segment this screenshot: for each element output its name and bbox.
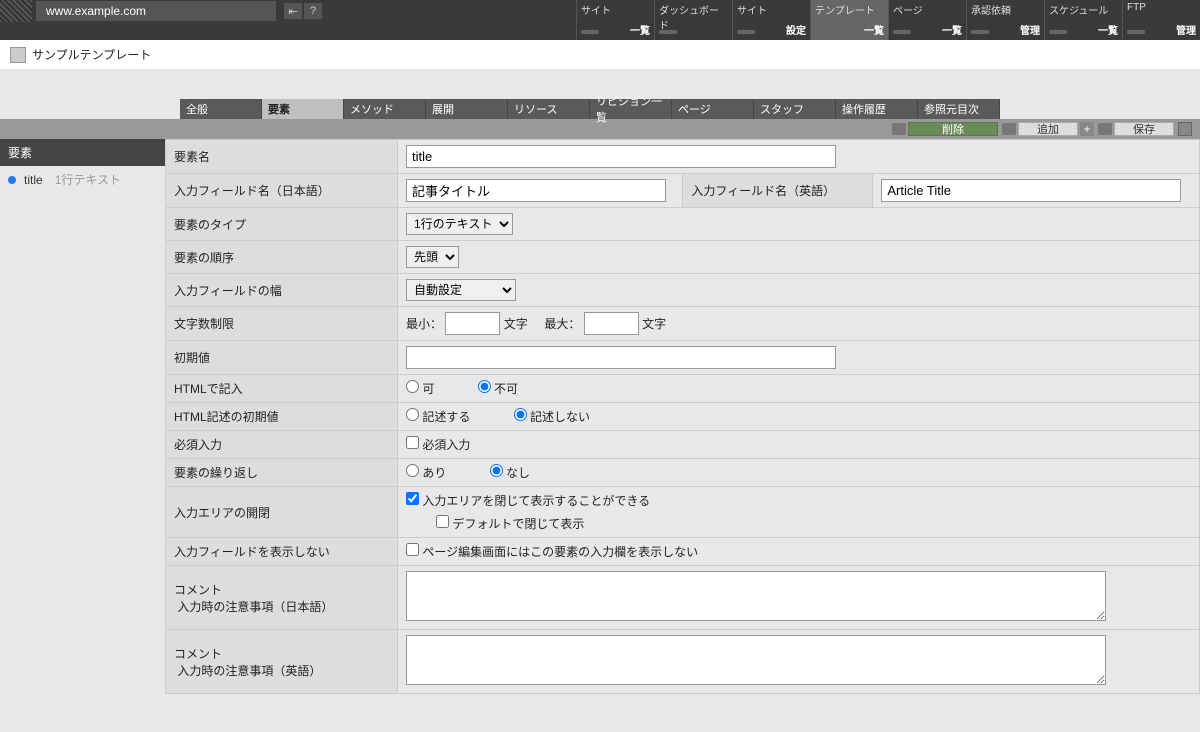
toggle-icon [1098, 123, 1112, 135]
label-hide-field: 入力フィールドを表示しない [166, 538, 398, 566]
input-field-en[interactable] [881, 179, 1181, 202]
label-required: 必須入力 [166, 431, 398, 459]
label-field-en: 入力フィールド名（英語） [683, 174, 873, 208]
chrome-left: www.example.com ⇤ ? [0, 0, 322, 22]
input-element-name[interactable] [406, 145, 836, 168]
textarea-comment-ja[interactable] [406, 571, 1106, 621]
textarea-comment-en[interactable] [406, 635, 1106, 685]
min-unit: 文字 [504, 317, 528, 331]
label-repeat: 要素の繰り返し [166, 459, 398, 487]
help-icon[interactable]: ? [304, 3, 322, 19]
back-icon[interactable]: ⇤ [284, 3, 302, 19]
nav-item[interactable]: サイト一覧 [576, 0, 654, 40]
toggle-icon [892, 123, 906, 135]
label-field-ja: 入力フィールド名（日本語） [166, 174, 398, 208]
tab[interactable]: 要素 [262, 99, 344, 119]
nav-item[interactable]: スケジュール一覧 [1044, 0, 1122, 40]
nav-item[interactable]: サイト設定 [732, 0, 810, 40]
save-label: 保存 [1114, 122, 1174, 136]
tab[interactable]: 参照元目次 [918, 99, 1000, 119]
sidebar-item-title[interactable]: title 1行テキスト [0, 166, 165, 193]
tab[interactable]: リソース [508, 99, 590, 119]
tabs: 全般要素メソッド展開リソースリビジョン一覧ページスタッフ操作履歴参照元目次 [0, 99, 1200, 119]
nav-item[interactable]: ページ一覧 [888, 0, 966, 40]
radio-html-yes[interactable]: 可 [406, 382, 434, 396]
extra-icon[interactable] [1178, 122, 1192, 136]
nav-item[interactable]: FTP管理 [1122, 0, 1200, 40]
form-panel: 要素名 入力フィールド名（日本語） 入力フィールド名（英語） 要素のタイプ 1行… [165, 139, 1200, 694]
radio-htmlinit-no[interactable]: 記述しない [514, 410, 590, 424]
tab[interactable]: スタッフ [754, 99, 836, 119]
template-icon [10, 47, 26, 63]
save-button[interactable]: 保存 [1098, 122, 1174, 136]
top-chrome: www.example.com ⇤ ? サイト一覧ダッシュボードサイト設定テンプ… [0, 0, 1200, 40]
toggle-icon [1002, 123, 1016, 135]
label-html-initial: HTML記述の初期値 [166, 403, 398, 431]
tab[interactable]: リビジョン一覧 [590, 99, 672, 119]
tabs-area: 全般要素メソッド展開リソースリビジョン一覧ページスタッフ操作履歴参照元目次 削除… [0, 99, 1200, 694]
radio-html-no[interactable]: 不可 [478, 382, 518, 396]
label-comment-en: コメント 入力時の注意事項（英語） [166, 630, 398, 694]
label-html-input: HTMLで記入 [166, 375, 398, 403]
select-width[interactable]: 自動設定 [406, 279, 516, 301]
input-min-chars[interactable] [445, 312, 500, 335]
delete-button[interactable]: 削除 [892, 122, 998, 136]
checkbox-hide-field[interactable]: ページ編集画面にはこの要素の入力欄を表示しない [406, 545, 698, 559]
bullet-icon [8, 176, 16, 184]
delete-label: 削除 [908, 122, 998, 136]
radio-repeat-yes[interactable]: あり [406, 466, 446, 480]
label-width: 入力フィールドの幅 [166, 274, 398, 307]
main-body: 要素 title 1行テキスト 要素名 入力フィールド名（日本語） 入力フィール… [0, 139, 1200, 694]
select-order[interactable]: 先頭 [406, 246, 459, 268]
label-comment-ja: コメント 入力時の注意事項（日本語） [166, 566, 398, 630]
add-button[interactable]: 追加 + [1002, 122, 1094, 136]
max-label: 最大： [544, 317, 580, 331]
label-type: 要素のタイプ [166, 208, 398, 241]
label-collapse: 入力エリアの開閉 [166, 487, 398, 538]
max-unit: 文字 [642, 317, 666, 331]
label-order: 要素の順序 [166, 241, 398, 274]
chrome-tools: ⇤ ? [284, 3, 322, 19]
page-title: サンプルテンプレート [32, 46, 151, 63]
sidebar-item-name: title [24, 173, 43, 187]
sidebar-item-type: 1行テキスト [55, 171, 121, 188]
form-table: 要素名 入力フィールド名（日本語） 入力フィールド名（英語） 要素のタイプ 1行… [165, 139, 1200, 694]
input-max-chars[interactable] [584, 312, 639, 335]
radio-repeat-no[interactable]: なし [490, 466, 530, 480]
checkbox-collapsible[interactable]: 入力エリアを閉じて表示することができる [406, 494, 650, 508]
app-logo-icon [0, 0, 32, 22]
radio-htmlinit-yes[interactable]: 記述する [406, 410, 470, 424]
tab[interactable]: メソッド [344, 99, 426, 119]
tab[interactable]: 全般 [180, 99, 262, 119]
site-url: www.example.com [36, 1, 276, 21]
add-label: 追加 [1018, 122, 1078, 136]
tab[interactable]: 展開 [426, 99, 508, 119]
checkbox-required[interactable]: 必須入力 [406, 438, 470, 452]
label-initial: 初期値 [166, 341, 398, 375]
select-type[interactable]: 1行のテキスト [406, 213, 513, 235]
min-label: 最小： [406, 317, 442, 331]
tab[interactable]: ページ [672, 99, 754, 119]
tab[interactable]: 操作履歴 [836, 99, 918, 119]
nav-item[interactable]: 承認依頼管理 [966, 0, 1044, 40]
top-nav: サイト一覧ダッシュボードサイト設定テンプレート一覧ページ一覧承認依頼管理スケジュ… [576, 0, 1200, 40]
sidebar-header: 要素 [0, 139, 165, 166]
nav-item[interactable]: テンプレート一覧 [810, 0, 888, 40]
page-title-row: サンプルテンプレート [0, 40, 1200, 69]
plus-icon: + [1080, 122, 1094, 136]
input-initial[interactable] [406, 346, 836, 369]
nav-item[interactable]: ダッシュボード [654, 0, 732, 40]
label-char-limit: 文字数制限 [166, 307, 398, 341]
input-field-ja[interactable] [406, 179, 666, 202]
sidebar: 要素 title 1行テキスト [0, 139, 165, 694]
label-element-name: 要素名 [166, 140, 398, 174]
checkbox-default-collapsed[interactable]: デフォルトで閉じて表示 [436, 517, 584, 531]
